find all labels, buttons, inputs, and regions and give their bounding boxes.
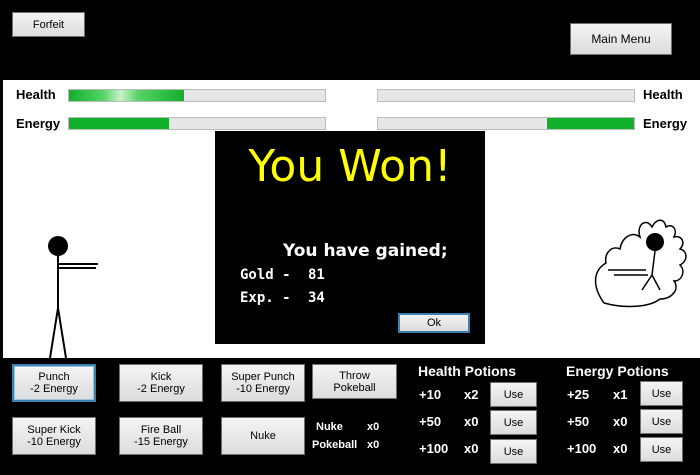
super-punch-button[interactable]: Super Punch -10 Energy <box>221 364 305 402</box>
energy-potion-use-button[interactable]: Use <box>640 437 683 462</box>
main-menu-button[interactable]: Main Menu <box>570 23 672 55</box>
energy-potion-count: x0 <box>613 414 628 429</box>
health-potion-amount: +50 <box>419 414 442 429</box>
exp-label: Exp. - <box>240 290 291 306</box>
gold-value: 81 <box>308 267 325 283</box>
energy-potion-amount: +100 <box>567 441 597 456</box>
energy-potion-count: x0 <box>613 441 628 456</box>
health-potions-title: Health Potions <box>418 363 517 379</box>
punch-button[interactable]: Punch -2 Energy <box>12 364 96 402</box>
player-energy-label: Energy <box>16 116 61 131</box>
player-health-label: Health <box>16 87 56 102</box>
energy-potion-use-button[interactable]: Use <box>640 381 683 406</box>
enemy-energy-fill <box>546 118 634 129</box>
enemy-health-bar <box>377 89 635 102</box>
pokeball-inventory-count: x0 <box>367 439 380 451</box>
nuke-inventory-label: Nuke <box>316 421 343 433</box>
energy-potions-title: Energy Potions <box>566 363 669 379</box>
fire-ball-button[interactable]: Fire Ball -15 Energy <box>119 417 203 455</box>
health-potion-use-button[interactable]: Use <box>490 382 537 407</box>
player-energy-fill <box>69 118 169 129</box>
pokeball-inventory-label: Pokeball <box>312 439 358 451</box>
nuke-inventory-count: x0 <box>367 421 380 433</box>
energy-potion-use-button[interactable]: Use <box>640 409 683 434</box>
health-potion-amount: +10 <box>419 387 442 402</box>
energy-potion-amount: +25 <box>567 387 590 402</box>
ok-button[interactable]: Ok <box>398 313 470 333</box>
health-potion-use-button[interactable]: Use <box>490 439 537 464</box>
victory-dialog: You Won! You have gained; Gold - 81 Exp.… <box>215 131 485 344</box>
throw-pokeball-button[interactable]: Throw Pokeball <box>312 364 397 399</box>
health-potion-count: x0 <box>464 441 479 456</box>
nuke-button[interactable]: Nuke <box>221 417 305 455</box>
player-health-bar <box>68 89 326 102</box>
enemy-health-label: Health <box>643 87 683 102</box>
health-potion-count: x2 <box>464 387 479 402</box>
exp-value: 34 <box>308 290 325 306</box>
health-potion-amount: +100 <box>419 441 449 456</box>
forfeit-button[interactable]: Forfeit <box>12 12 85 37</box>
kick-button[interactable]: Kick -2 Energy <box>119 364 203 402</box>
gold-label: Gold - <box>240 267 291 283</box>
enemy-energy-label: Energy <box>643 116 688 131</box>
energy-potion-amount: +50 <box>567 414 590 429</box>
gained-text: You have gained; <box>283 241 448 261</box>
enemy-stick-figure-on-fire <box>594 219 687 308</box>
enemy-energy-bar <box>377 117 635 130</box>
player-stick-figure <box>48 236 98 358</box>
health-potion-count: x0 <box>464 414 479 429</box>
victory-title: You Won! <box>248 141 452 192</box>
health-potion-use-button[interactable]: Use <box>490 410 537 435</box>
player-energy-bar <box>68 117 326 130</box>
player-health-fill <box>69 90 185 101</box>
super-kick-button[interactable]: Super Kick -10 Energy <box>12 417 96 455</box>
energy-potion-count: x1 <box>613 387 628 402</box>
